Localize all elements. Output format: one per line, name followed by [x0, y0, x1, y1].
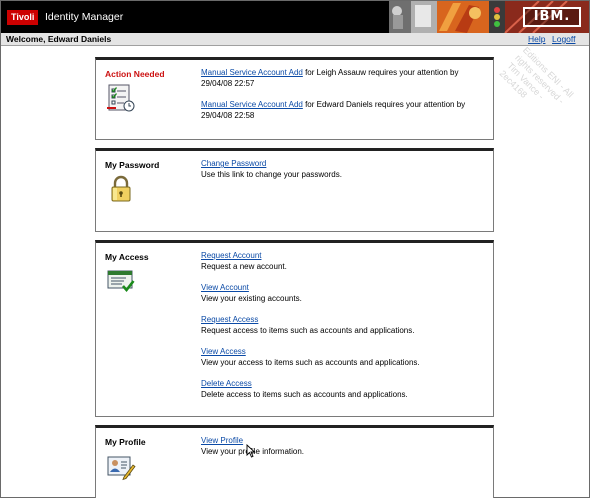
link-description: Request a new account. [201, 262, 287, 271]
link-description: Use this link to change your passwords. [201, 170, 342, 179]
link-description: View your profile information. [201, 447, 305, 456]
list-item: View Access View your access to items su… [201, 346, 486, 368]
portlet-my-access: My Access Request Account Request a new … [95, 240, 494, 417]
portlet-title: My Access [105, 252, 149, 262]
portlet-content: Manual Service Account Add for Leigh Ass… [201, 67, 486, 131]
portlet-content: Change Password Use this link to change … [201, 158, 486, 190]
mouse-pointer-icon [246, 444, 256, 458]
banner: Tivoli Identity Manager IBM. [1, 1, 589, 33]
product-name: Identity Manager [45, 11, 124, 23]
ibm-logo: IBM. [523, 7, 581, 27]
portlet-title: My Password [105, 160, 160, 170]
view-account-link[interactable]: View Account [201, 283, 249, 292]
list-item: Change Password Use this link to change … [201, 158, 486, 180]
welcome-bar: Welcome, Edward Daniels Help Logoff [1, 33, 589, 46]
portlet-title: Action Needed [105, 69, 165, 79]
request-access-link[interactable]: Request Access [201, 315, 258, 324]
list-item: Delete Access Delete access to items suc… [201, 378, 486, 400]
change-password-link[interactable]: Change Password [201, 159, 266, 168]
portlet-my-password: My Password Change Password Use this lin… [95, 148, 494, 232]
id-card-check-icon [107, 270, 135, 293]
welcome-text: Welcome, Edward Daniels [6, 34, 112, 44]
view-access-link[interactable]: View Access [201, 347, 246, 356]
manual-service-account-add-link[interactable]: Manual Service Account Add [201, 100, 303, 109]
link-description: View your access to items such as accoun… [201, 358, 420, 367]
help-link[interactable]: Help [528, 34, 545, 45]
link-description: View your existing accounts. [201, 294, 302, 303]
link-description: Request access to items such as accounts… [201, 326, 415, 335]
checklist-clock-icon [107, 84, 135, 112]
list-item: Request Account Request a new account. [201, 250, 486, 272]
list-item: Manual Service Account Add for Edward Da… [201, 99, 486, 121]
portlet-content: Request Account Request a new account. V… [201, 250, 486, 410]
tivoli-logo: Tivoli [7, 10, 39, 25]
portlet-action-needed: Action Needed Manual Service Account Add… [95, 57, 494, 140]
portlet-content: View Profile View your profile informati… [201, 435, 486, 467]
list-item: Manual Service Account Add for Leigh Ass… [201, 67, 486, 89]
profile-card-pencil-icon [107, 456, 136, 481]
link-description: Delete access to items such as accounts … [201, 390, 408, 399]
delete-access-link[interactable]: Delete Access [201, 379, 252, 388]
portlet-title: My Profile [105, 437, 146, 447]
list-item: Request Access Request access to items s… [201, 314, 486, 336]
logoff-link[interactable]: Logoff [552, 34, 575, 45]
manual-service-account-add-link[interactable]: Manual Service Account Add [201, 68, 303, 77]
list-item: View Profile View your profile informati… [201, 435, 486, 457]
view-profile-link[interactable]: View Profile [201, 436, 243, 445]
request-account-link[interactable]: Request Account [201, 251, 261, 260]
portlet-my-profile: My Profile View Profile View your profil… [95, 425, 494, 498]
padlock-icon [111, 175, 131, 202]
list-item: View Account View your existing accounts… [201, 282, 486, 304]
